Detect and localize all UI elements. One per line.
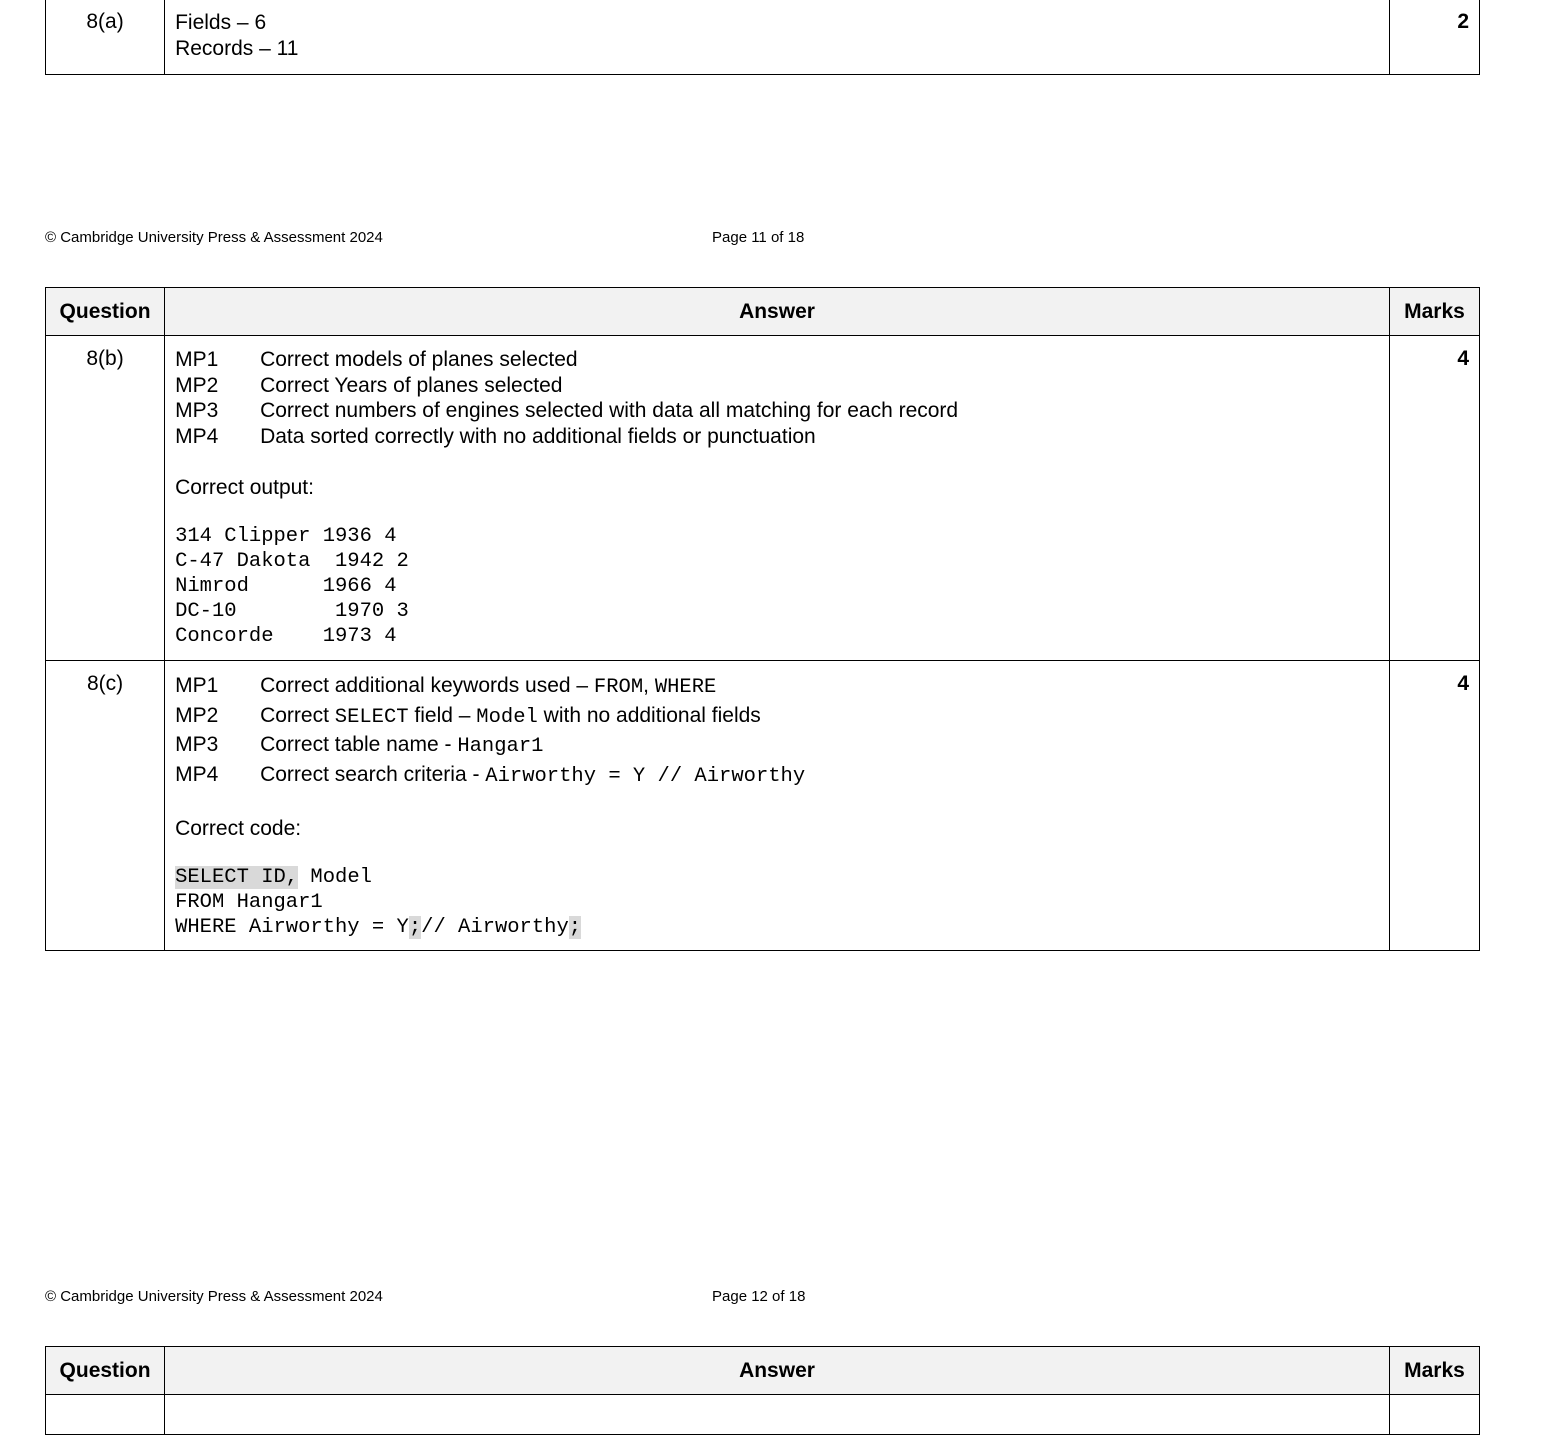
header-answer: Answer bbox=[164, 287, 1390, 336]
code-line: Concorde 1973 4 bbox=[175, 625, 397, 648]
code-line: Nimrod 1966 4 bbox=[175, 575, 397, 598]
mark-point-code: MP3 bbox=[175, 733, 219, 756]
mark-point: MP1 Correct additional keywords used – F… bbox=[175, 672, 1379, 702]
mark-scheme-table-next: Question Answer Marks bbox=[44, 1346, 1481, 1435]
question-number: 8(b) bbox=[44, 335, 166, 661]
mark-scheme-table-8a: 8(a) Fields – 6 Records – 11 2 bbox=[44, 0, 1481, 75]
table-header-row: Question Answer Marks bbox=[44, 1346, 1481, 1395]
mark-point-text: Correct search criteria - Airworthy = Y … bbox=[260, 762, 806, 788]
table-row: 8(c) MP1 Correct additional keywords use… bbox=[44, 660, 1481, 951]
mark-point-text: Data sorted correctly with no additional… bbox=[260, 424, 816, 448]
answer-cell: Fields – 6 Records – 11 bbox=[164, 0, 1390, 75]
code-line: FROM Hangar1 bbox=[175, 891, 323, 914]
highlighted-code: SELECT ID, bbox=[175, 866, 299, 889]
question-number: 8(a) bbox=[44, 0, 166, 75]
footer-page-number: Page 11 of 18 bbox=[712, 229, 805, 246]
mark-point-text: Correct Years of planes selected bbox=[260, 373, 563, 397]
code-line: 314 Clipper 1936 4 bbox=[175, 525, 397, 548]
keyword-where: WHERE bbox=[654, 676, 717, 699]
mark-point-text: Correct numbers of engines selected with… bbox=[260, 399, 959, 422]
code-label: Correct code: bbox=[175, 817, 302, 840]
mark-point: MP3 Correct table name - Hangar1 bbox=[175, 731, 1379, 761]
footer-copyright: © Cambridge University Press & Assessmen… bbox=[45, 229, 383, 246]
marks-value: 4 bbox=[1388, 660, 1481, 951]
mark-point-code: MP4 bbox=[175, 424, 219, 448]
mark-point: MP1 Correct models of planes selected bbox=[175, 347, 1379, 373]
table-row: 8(b) MP1 Correct models of planes select… bbox=[44, 335, 1481, 661]
code-line: DC-10 1970 3 bbox=[175, 600, 409, 623]
marks-value: 4 bbox=[1388, 335, 1481, 661]
keyword-select: SELECT bbox=[334, 705, 409, 729]
mark-point-text: Correct additional keywords used – FROM,… bbox=[260, 674, 717, 699]
header-marks: Marks bbox=[1388, 1346, 1481, 1395]
mark-point-text: Correct models of planes selected bbox=[260, 348, 578, 371]
mark-point: MP4 Correct search criteria - Airworthy … bbox=[175, 761, 1379, 791]
header-answer: Answer bbox=[164, 1346, 1390, 1395]
mark-point: MP3 Correct numbers of engines selected … bbox=[175, 398, 1379, 424]
mark-point-text: Correct table name - Hangar1 bbox=[260, 733, 544, 758]
answer-cell: MP1 Correct additional keywords used – F… bbox=[164, 660, 1390, 951]
code-line: C-47 Dakota 1942 2 bbox=[175, 550, 409, 573]
answer-cell: MP1 Correct models of planes selected MP… bbox=[164, 335, 1390, 661]
footer-copyright: © Cambridge University Press & Assessmen… bbox=[45, 1288, 383, 1305]
header-question: Question bbox=[44, 287, 166, 336]
highlighted-code: ; bbox=[568, 916, 582, 939]
mark-point: MP2 Correct SELECT field – Model with no… bbox=[175, 702, 1379, 732]
keyword-criteria: Airworthy = Y // Airworthy bbox=[485, 764, 806, 788]
mark-point-code: MP3 bbox=[175, 399, 219, 422]
mark-scheme-table-8b-8c: Question Answer Marks 8(b) MP1 Correct m… bbox=[44, 287, 1481, 951]
answer-line: Fields – 6 bbox=[175, 11, 267, 34]
mark-point-code: MP4 bbox=[175, 762, 219, 786]
keyword-from: FROM bbox=[593, 676, 644, 699]
answer-line: Records – 11 bbox=[175, 37, 299, 60]
header-marks: Marks bbox=[1388, 287, 1481, 336]
output-label: Correct output: bbox=[175, 476, 314, 499]
mark-point-code: MP2 bbox=[175, 373, 219, 397]
highlighted-code: ; bbox=[408, 916, 422, 939]
keyword-model: Model bbox=[476, 705, 538, 729]
mark-point-code: MP1 bbox=[175, 674, 219, 697]
mark-point-code: MP1 bbox=[175, 348, 219, 371]
keyword-table-name: Hangar1 bbox=[457, 735, 544, 758]
code-line: WHERE Airworthy = Y;// Airworthy; bbox=[175, 916, 582, 939]
header-question: Question bbox=[44, 1346, 166, 1395]
output-code-block: 314 Clipper 1936 4 C-47 Dakota 1942 2 Nimr… bbox=[175, 524, 1379, 649]
mark-point: MP4 Data sorted correctly with no additi… bbox=[175, 424, 1379, 450]
table-header-row: Question Answer Marks bbox=[44, 287, 1481, 336]
code-line: SELECT ID, Model bbox=[175, 866, 372, 889]
mark-point: MP2 Correct Years of planes selected bbox=[175, 373, 1379, 399]
footer-page-number: Page 12 of 18 bbox=[712, 1288, 806, 1305]
mark-point-code: MP2 bbox=[175, 703, 219, 727]
question-number: 8(c) bbox=[44, 660, 166, 951]
marks-value: 2 bbox=[1388, 0, 1481, 75]
sql-code-block: SELECT ID, Model FROM Hangar1 WHERE Airwor… bbox=[175, 865, 1379, 940]
table-row: 8(a) Fields – 6 Records – 11 2 bbox=[44, 0, 1481, 75]
mark-point-text: Correct SELECT field – Model with no add… bbox=[260, 703, 761, 729]
